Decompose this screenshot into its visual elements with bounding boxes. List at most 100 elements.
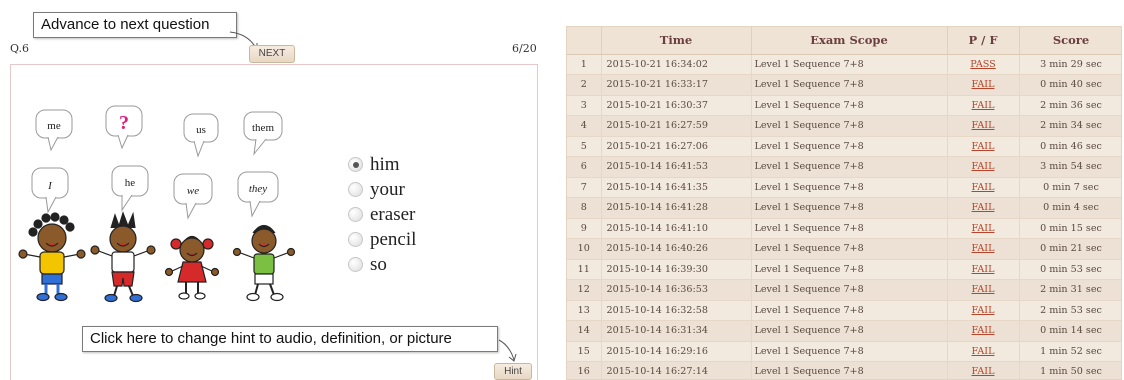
row-index: 15 xyxy=(567,341,602,362)
option-label: so xyxy=(370,253,387,275)
row-exam-scope: Level 1 Sequence 7+8 xyxy=(751,341,948,362)
row-result: FAIL xyxy=(947,341,1020,362)
next-question-callout: Advance to next question xyxy=(33,12,237,38)
row-index: 3 xyxy=(567,95,602,116)
result-link[interactable]: FAIL xyxy=(972,120,995,131)
row-exam-scope: Level 1 Sequence 7+8 xyxy=(751,54,948,75)
result-link[interactable]: FAIL xyxy=(972,182,995,193)
row-exam-scope: Level 1 Sequence 7+8 xyxy=(751,115,948,137)
row-result: FAIL xyxy=(947,115,1020,137)
option-label: your xyxy=(370,178,405,200)
option-pencil[interactable]: pencil xyxy=(348,227,416,252)
row-time: 2015-10-21 16:27:06 xyxy=(601,136,752,157)
row-result: FAIL xyxy=(947,156,1020,178)
child-figure-1 xyxy=(18,212,86,302)
row-result: FAIL xyxy=(947,279,1020,301)
result-link[interactable]: FAIL xyxy=(972,223,995,234)
header-pass-fail[interactable]: P / F xyxy=(947,27,1020,55)
child-figure-3 xyxy=(164,235,220,300)
option-label: eraser xyxy=(370,203,416,225)
row-score: 1 min 50 sec xyxy=(1019,361,1121,379)
radio-button[interactable] xyxy=(348,182,363,197)
result-link[interactable]: FAIL xyxy=(972,202,995,213)
row-time: 2015-10-14 16:40:26 xyxy=(601,238,752,260)
row-time: 2015-10-21 16:30:37 xyxy=(601,95,752,116)
table-row: 13 2015-10-14 16:32:58 Level 1 Sequence 7+… xyxy=(567,300,1121,321)
row-score: 1 min 52 sec xyxy=(1019,341,1121,362)
row-time: 2015-10-14 16:41:53 xyxy=(601,156,752,178)
row-score: 3 min 54 sec xyxy=(1019,156,1121,178)
row-exam-scope: Level 1 Sequence 7+8 xyxy=(751,279,948,301)
table-row: 1 2015-10-21 16:34:02 Level 1 Sequence 7+8… xyxy=(567,54,1121,75)
header-time[interactable]: Time xyxy=(601,27,752,55)
table-row: 11 2015-10-14 16:39:30 Level 1 Sequence 7+… xyxy=(567,259,1121,280)
row-index: 10 xyxy=(567,238,602,260)
row-result: FAIL xyxy=(947,259,1020,280)
option-him[interactable]: him xyxy=(348,152,416,177)
result-link[interactable]: FAIL xyxy=(972,243,995,254)
header-index xyxy=(567,27,602,55)
option-your[interactable]: your xyxy=(348,177,416,202)
header-score[interactable]: Score xyxy=(1019,27,1121,55)
row-index: 5 xyxy=(567,136,602,157)
result-link[interactable]: FAIL xyxy=(972,161,995,172)
table-row: 2 2015-10-21 16:33:17 Level 1 Sequence 7+8… xyxy=(567,74,1121,96)
pronoun-illustration: me ? us them I he we they xyxy=(18,100,308,310)
row-exam-scope: Level 1 Sequence 7+8 xyxy=(751,218,948,239)
radio-button[interactable] xyxy=(348,207,363,222)
result-link[interactable]: FAIL xyxy=(972,346,995,357)
bubble-text: me xyxy=(47,120,61,132)
header-exam-scope[interactable]: Exam Scope xyxy=(751,27,948,55)
result-link[interactable]: FAIL xyxy=(972,366,995,377)
next-button[interactable]: NEXT xyxy=(249,45,295,63)
row-index: 9 xyxy=(567,218,602,239)
result-link[interactable]: FAIL xyxy=(972,79,995,90)
radio-button-selected[interactable] xyxy=(348,157,363,172)
row-result: FAIL xyxy=(947,218,1020,239)
row-result: PASS xyxy=(947,54,1020,75)
row-result: FAIL xyxy=(947,197,1020,219)
row-score: 0 min 53 sec xyxy=(1019,259,1121,280)
result-link[interactable]: FAIL xyxy=(972,284,995,295)
speech-bubble-me: me xyxy=(35,109,73,152)
speech-bubble-us: us xyxy=(183,113,219,158)
option-eraser[interactable]: eraser xyxy=(348,202,416,227)
row-time: 2015-10-14 16:36:53 xyxy=(601,279,752,301)
speech-bubble-he: he xyxy=(111,165,149,212)
row-time: 2015-10-14 16:41:35 xyxy=(601,177,752,198)
row-exam-scope: Level 1 Sequence 7+8 xyxy=(751,259,948,280)
result-link[interactable]: FAIL xyxy=(972,141,995,152)
bubble-text: them xyxy=(252,122,274,134)
row-index: 8 xyxy=(567,197,602,219)
table-row: 10 2015-10-14 16:40:26 Level 1 Sequence 7+… xyxy=(567,238,1121,260)
callout-arrow-hint xyxy=(498,339,517,362)
row-score: 0 min 4 sec xyxy=(1019,197,1121,219)
table-row: 4 2015-10-21 16:27:59 Level 1 Sequence 7+8… xyxy=(567,115,1121,137)
row-time: 2015-10-14 16:39:30 xyxy=(601,259,752,280)
speech-bubble-question: ? xyxy=(105,105,143,150)
row-exam-scope: Level 1 Sequence 7+8 xyxy=(751,320,948,342)
child-figure-4 xyxy=(232,224,296,302)
row-score: 0 min 15 sec xyxy=(1019,218,1121,239)
radio-button[interactable] xyxy=(348,232,363,247)
row-time: 2015-10-21 16:27:59 xyxy=(601,115,752,137)
hint-button[interactable]: Hint xyxy=(494,363,532,380)
row-time: 2015-10-14 16:27:14 xyxy=(601,361,752,379)
result-link[interactable]: FAIL xyxy=(972,100,995,111)
row-score: 2 min 31 sec xyxy=(1019,279,1121,301)
row-score: 0 min 40 sec xyxy=(1019,74,1121,96)
exam-history-table: Time Exam Scope P / F Score 1 2015-10-21 … xyxy=(566,26,1122,380)
row-exam-scope: Level 1 Sequence 7+8 xyxy=(751,177,948,198)
result-link[interactable]: PASS xyxy=(970,59,995,70)
speech-bubble-they: they xyxy=(237,171,279,218)
hint-callout: Click here to change hint to audio, defi… xyxy=(82,326,498,352)
result-link[interactable]: FAIL xyxy=(972,325,995,336)
result-link[interactable]: FAIL xyxy=(972,264,995,275)
option-so[interactable]: so xyxy=(348,252,416,277)
row-index: 11 xyxy=(567,259,602,280)
result-link[interactable]: FAIL xyxy=(972,305,995,316)
speech-bubble-i: I xyxy=(31,167,69,214)
row-index: 16 xyxy=(567,361,602,379)
answer-options: him your eraser pencil so xyxy=(348,152,416,277)
radio-button[interactable] xyxy=(348,257,363,272)
